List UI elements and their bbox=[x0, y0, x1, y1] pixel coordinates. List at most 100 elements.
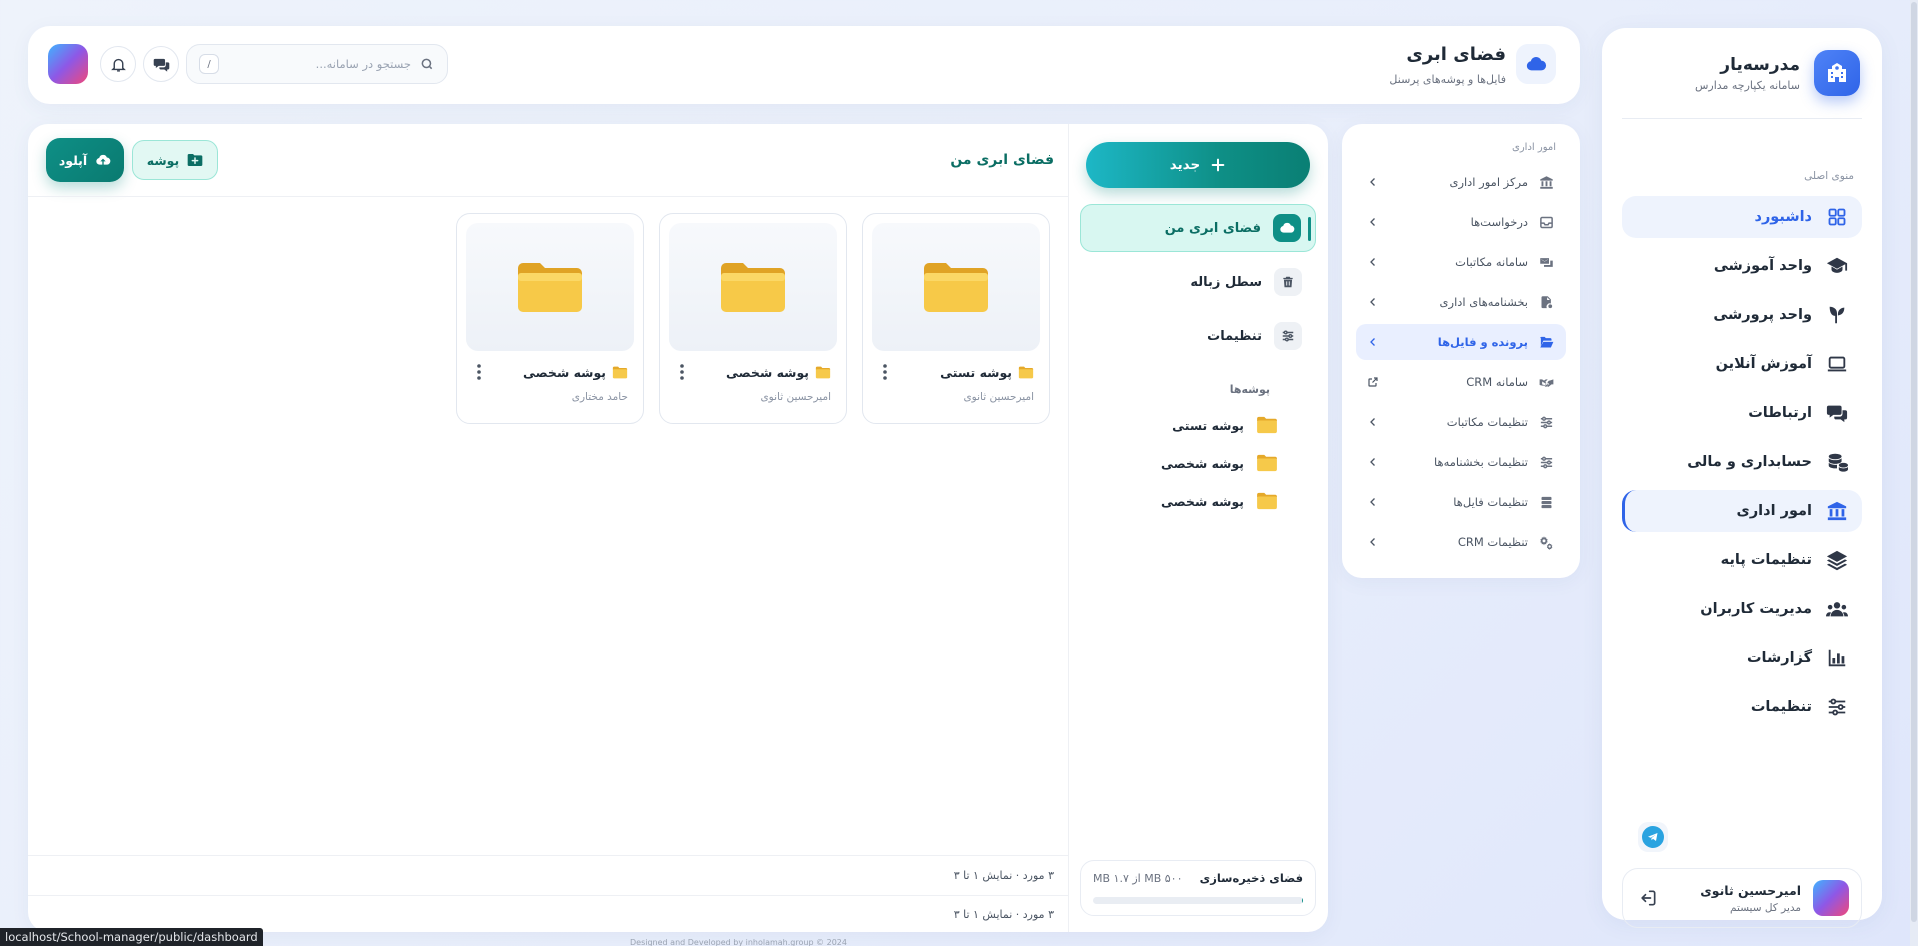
search-input[interactable] bbox=[227, 57, 411, 71]
subnav-item-file-settings[interactable]: تنظیمات فایل‌ها bbox=[1356, 484, 1566, 520]
chat-icon bbox=[153, 56, 170, 73]
subnav-item-label: مرکز امور اداری bbox=[1449, 175, 1528, 189]
pagination-summary: ۳ مورد · نمایش ۱ تا ۳ bbox=[953, 908, 1054, 921]
cloud-upload-icon bbox=[95, 152, 111, 168]
folder-card-name: پوشه تستی bbox=[940, 364, 1012, 380]
tree-folder-label: پوشه شخصی bbox=[1160, 493, 1244, 509]
subnav-item-circulars[interactable]: بخشنامه‌های اداری bbox=[1356, 284, 1566, 320]
chevron-left-icon bbox=[1366, 215, 1380, 229]
drive-nav-settings[interactable]: تنظیمات bbox=[1080, 312, 1316, 360]
file-icon bbox=[1538, 294, 1554, 310]
drive-nav-label: سطل زباله bbox=[1190, 274, 1262, 290]
sidebar-item-label: گزارشات bbox=[1746, 650, 1812, 666]
subnav-item-crm-settings[interactable]: تنظیمات CRM bbox=[1356, 524, 1566, 560]
sidebar-item-accounting[interactable]: حسابداری و مالی bbox=[1622, 441, 1862, 483]
avatar bbox=[1813, 880, 1849, 916]
scrollbar-thumb[interactable] bbox=[1911, 2, 1917, 922]
folder-card[interactable]: پوشه شخصی حامد مختاری bbox=[456, 213, 644, 424]
subnav-item-label: سامانه مکاتبات bbox=[1455, 255, 1528, 269]
subnav-item-label: سامانه CRM bbox=[1466, 375, 1528, 389]
sidebar-item-user-management[interactable]: مدیریت کاربران bbox=[1622, 588, 1862, 630]
user-card[interactable]: امیرحسین ثانوی مدیر کل سیستم bbox=[1622, 868, 1862, 928]
storage-progress-fill bbox=[1302, 897, 1303, 904]
tree-folder-item[interactable]: پوشه تستی bbox=[1080, 408, 1316, 442]
chat-icon bbox=[1826, 402, 1848, 424]
folder-open-icon bbox=[1538, 334, 1554, 350]
page-scrollbar[interactable] bbox=[1910, 0, 1918, 946]
folder-card-name: پوشه شخصی bbox=[725, 364, 809, 380]
sliders-icon bbox=[1826, 696, 1848, 718]
tree-folder-item[interactable]: پوشه شخصی bbox=[1080, 484, 1316, 518]
upload-button[interactable]: آپلود bbox=[46, 138, 124, 182]
sidebar-item-reports[interactable]: گزارشات bbox=[1622, 637, 1862, 679]
school-logo-icon bbox=[1814, 50, 1860, 96]
sidebar-item-online-learning[interactable]: آموزش آنلاین bbox=[1622, 343, 1862, 385]
sidebar-item-administration[interactable]: امور اداری bbox=[1622, 490, 1862, 532]
tree-folder-item[interactable]: پوشه شخصی bbox=[1080, 446, 1316, 480]
sliders-icon bbox=[1538, 454, 1554, 470]
subnav-item-crm[interactable]: سامانه CRM bbox=[1356, 364, 1566, 400]
telegram-icon bbox=[1642, 826, 1664, 848]
footer-divider bbox=[28, 895, 1068, 896]
notifications-button[interactable] bbox=[100, 46, 136, 82]
sidebar-item-education[interactable]: واحد آموزشی bbox=[1622, 245, 1862, 287]
subnav-item-label: درخواست‌ها bbox=[1470, 215, 1528, 229]
search-box[interactable]: / bbox=[186, 44, 448, 84]
sidebar-item-label: داشبورد bbox=[1754, 209, 1812, 225]
telegram-button[interactable] bbox=[1638, 822, 1668, 852]
upload-button-label: آپلود bbox=[58, 152, 88, 168]
building-icon bbox=[1826, 500, 1848, 522]
sidebar-item-base-settings[interactable]: تنظیمات پایه bbox=[1622, 539, 1862, 581]
messages-button[interactable] bbox=[143, 46, 179, 82]
footer-divider bbox=[28, 855, 1068, 856]
user-name: امیرحسین ثانوی bbox=[1700, 882, 1801, 898]
new-button[interactable]: جدید bbox=[1086, 142, 1310, 188]
subnav-item-correspondence-settings[interactable]: تنظیمات مکاتبات bbox=[1356, 404, 1566, 440]
subnav-section-label: امور اداری bbox=[1512, 142, 1556, 153]
folder-icon bbox=[516, 260, 584, 314]
folder-icon bbox=[719, 260, 787, 314]
sidebar-item-label: امور اداری bbox=[1736, 503, 1812, 519]
folder-icon bbox=[1256, 416, 1278, 434]
subnav-item-requests[interactable]: درخواست‌ها bbox=[1356, 204, 1566, 240]
logout-icon[interactable] bbox=[1635, 885, 1661, 911]
sidebar-item-dashboard[interactable]: داشبورد bbox=[1622, 196, 1862, 238]
chevron-left-icon bbox=[1366, 415, 1380, 429]
subnav-item-correspondence[interactable]: سامانه مکاتبات bbox=[1356, 244, 1566, 280]
more-options-icon[interactable] bbox=[472, 363, 486, 381]
brand[interactable]: مدرسه‌یار سامانه یکپارچه مدارس bbox=[1622, 50, 1860, 96]
cloud-icon bbox=[1516, 44, 1556, 84]
footer-credit: Designed and Developed by inholamah.grou… bbox=[630, 938, 847, 946]
handshake-icon bbox=[1538, 374, 1554, 390]
sidebar-item-label: حسابداری و مالی bbox=[1687, 454, 1812, 470]
more-options-icon[interactable] bbox=[675, 363, 689, 381]
profile-avatar[interactable] bbox=[48, 44, 88, 84]
tree-folder-label: پوشه شخصی bbox=[1160, 455, 1244, 471]
folder-thumbnail bbox=[669, 223, 837, 351]
folder-thumbnail bbox=[466, 223, 634, 351]
drive-nav-trash[interactable]: سطل زباله bbox=[1080, 258, 1316, 306]
drive-panel-divider bbox=[1068, 124, 1069, 932]
sidebar-item-communications[interactable]: ارتباطات bbox=[1622, 392, 1862, 434]
sidebar-item-settings[interactable]: تنظیمات bbox=[1622, 686, 1862, 728]
more-options-icon[interactable] bbox=[878, 363, 892, 381]
cloud-drive-panel: جدید فضای ابری من سطل زباله تنظیمات پوشه… bbox=[28, 124, 1328, 932]
search-shortcut-key: / bbox=[199, 54, 219, 74]
sidebar-item-label: واحد آموزشی bbox=[1713, 258, 1812, 274]
gears-icon bbox=[1538, 534, 1554, 550]
chevron-left-icon bbox=[1366, 295, 1380, 309]
subnav-item-files[interactable]: پرونده و فایل‌ها bbox=[1356, 324, 1566, 360]
new-folder-button[interactable]: پوشه bbox=[132, 140, 218, 180]
status-bar-url: localhost/School-manager/public/dashboar… bbox=[0, 928, 263, 946]
page-title: فضای ابری bbox=[1406, 44, 1506, 65]
sidebar-divider bbox=[1622, 118, 1862, 119]
sidebar-item-label: تنظیمات پایه bbox=[1720, 552, 1812, 568]
sidebar-item-cultural[interactable]: واحد پرورشی bbox=[1622, 294, 1862, 336]
folder-card[interactable]: پوشه تستی امیرحسین ثانوی bbox=[862, 213, 1050, 424]
sliders-icon bbox=[1538, 414, 1554, 430]
drive-nav-my-cloud[interactable]: فضای ابری من bbox=[1080, 204, 1316, 252]
subnav-item-circular-settings[interactable]: تنظیمات بخشنامه‌ها bbox=[1356, 444, 1566, 480]
subnav-item-admin-center[interactable]: مرکز امور اداری bbox=[1356, 164, 1566, 200]
new-folder-button-label: پوشه bbox=[146, 152, 180, 168]
folder-card[interactable]: پوشه شخصی امیرحسین ثانوی bbox=[659, 213, 847, 424]
